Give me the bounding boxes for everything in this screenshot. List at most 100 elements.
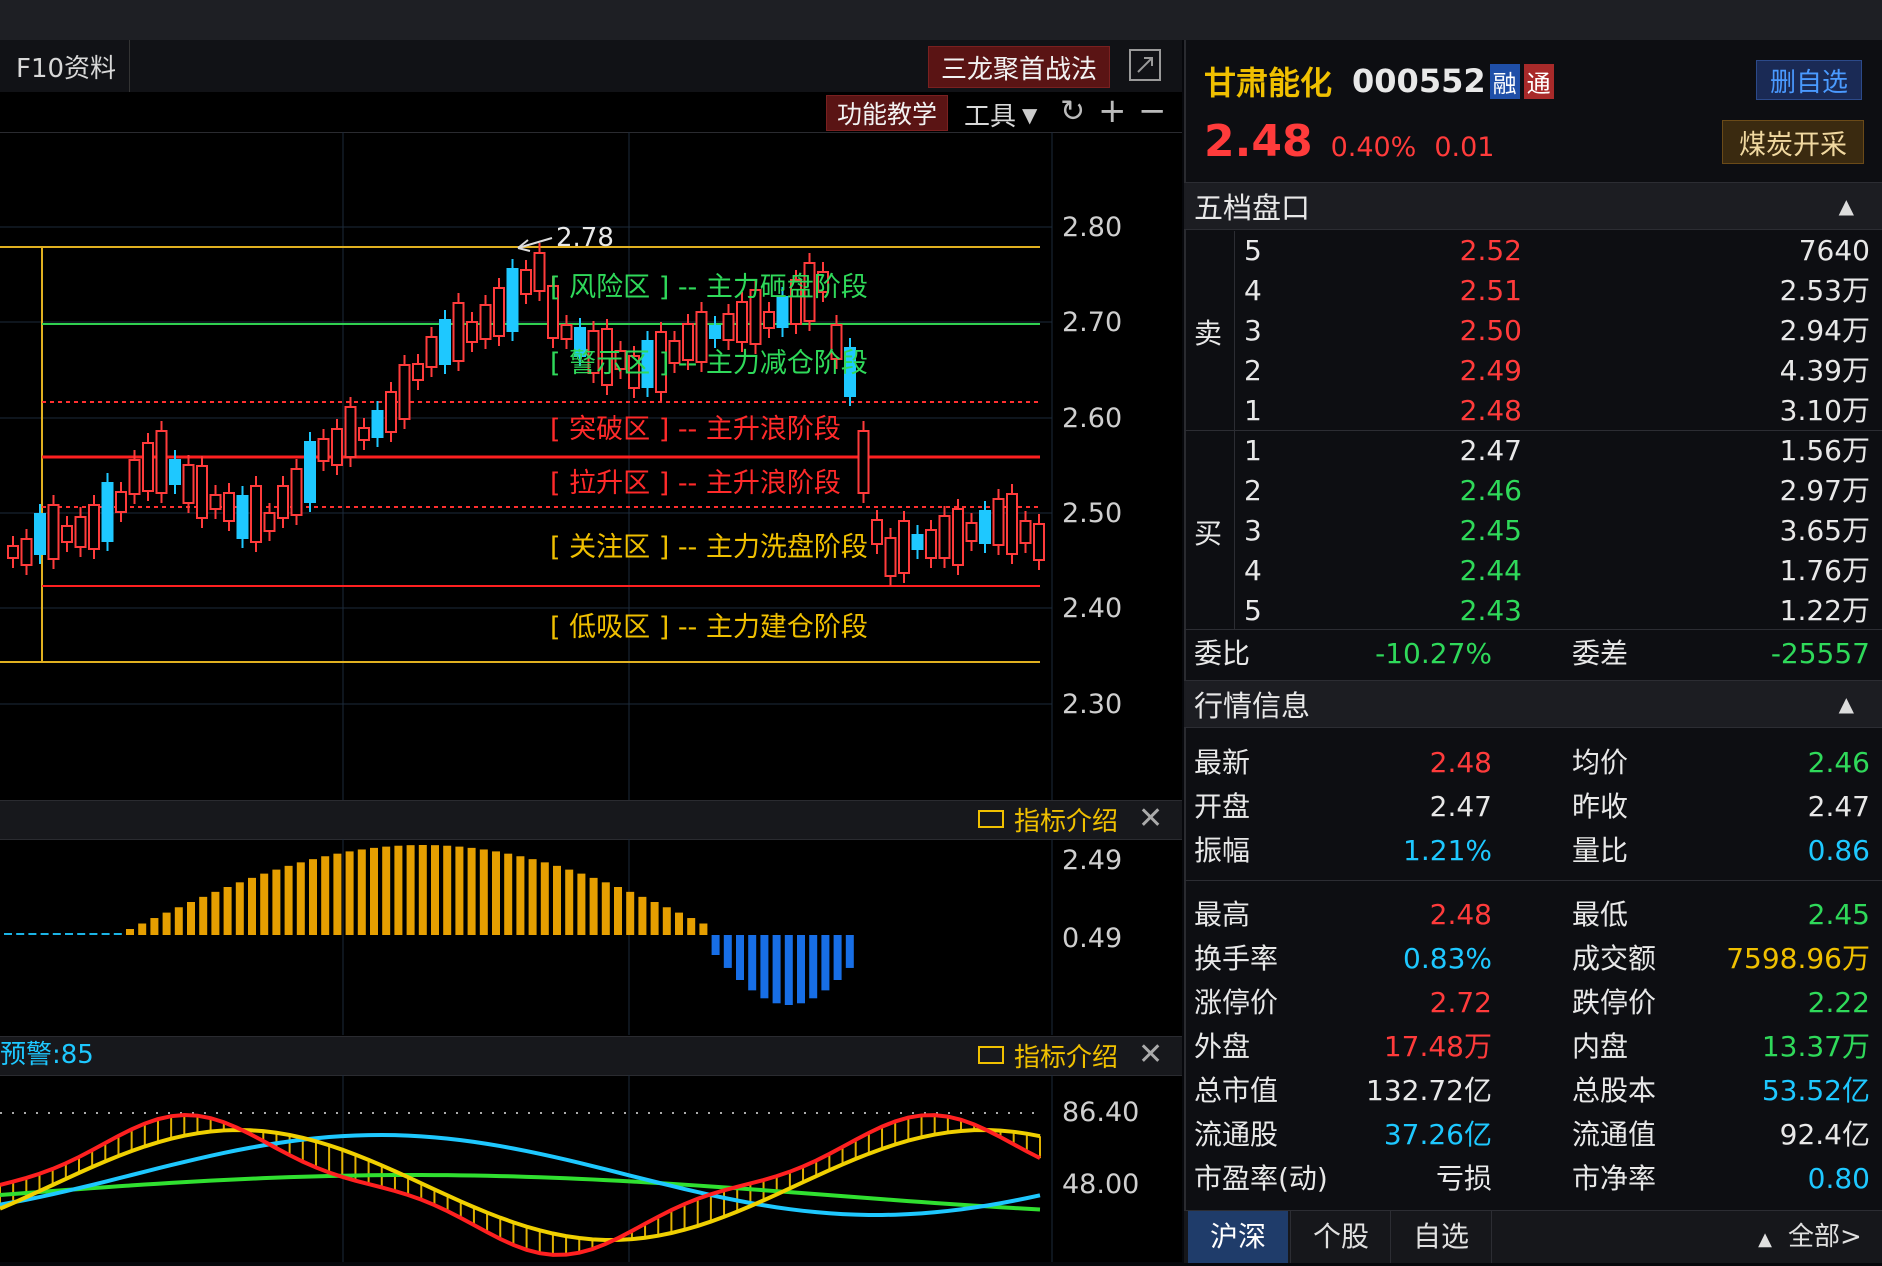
teach-button[interactable]: 功能教学: [826, 95, 948, 131]
tab-watchlist[interactable]: 自选: [1390, 1211, 1492, 1263]
stock-name: 甘肃能化: [1204, 64, 1333, 102]
level-volume: 7640: [1798, 234, 1870, 267]
indicator1-bar: [187, 901, 195, 935]
indicator2-chart[interactable]: 86.40 48.00: [0, 1075, 1182, 1262]
candle-body: [142, 442, 154, 492]
zoom-out-icon[interactable]: −: [1138, 92, 1167, 130]
candle-body: [385, 391, 397, 433]
indicator1-bar: [455, 846, 464, 935]
candle-body: [223, 492, 235, 522]
ind1-axis-label: 0.49: [1062, 923, 1122, 954]
indicator1-chart[interactable]: 2.49 0.49: [0, 839, 1182, 1035]
ind2-axis-label: 86.40: [1062, 1097, 1139, 1128]
quote-value: 2.72: [1429, 986, 1492, 1019]
indicator1-bar: [28, 933, 37, 935]
close-icon[interactable]: ✕: [1138, 800, 1163, 838]
indicator1-bar: [296, 862, 305, 935]
quote-row: 最高 2.48 最低 2.45: [1184, 895, 1882, 935]
sell-level-row[interactable]: 2 2.49 4.39万: [1184, 351, 1882, 391]
zone-label: [ 突破区 ] -- 主升浪阶段: [550, 414, 841, 445]
caret-up-icon: ▲: [1758, 1229, 1773, 1250]
buy-level-row[interactable]: 4 2.44 1.76万: [1184, 551, 1882, 591]
candle-body: [196, 465, 208, 519]
ind2-axis-label: 48.00: [1062, 1169, 1139, 1200]
quote-value: 37.26亿: [1383, 1118, 1492, 1151]
candle-body: [452, 302, 465, 362]
quote-row: 外盘 17.48万 内盘 13.37万: [1184, 1027, 1882, 1067]
quote-label: 流通股: [1194, 1118, 1279, 1151]
indicator1-bar: [516, 856, 525, 935]
close-icon[interactable]: ✕: [1138, 1036, 1163, 1074]
zone-label: [ 拉升区 ] -- 主升浪阶段: [550, 468, 841, 499]
tab-all[interactable]: ▲ 全部>: [1740, 1211, 1880, 1263]
quote-header[interactable]: 行情信息 ▲: [1184, 680, 1882, 728]
buy-level-row[interactable]: 3 2.45 3.65万: [1184, 511, 1882, 551]
orderbook-header[interactable]: 五档盘口 ▲: [1184, 182, 1882, 230]
price-chart[interactable]: 2.78 [ 风险区 ] -- 主力砸盘阶段 [ 警示区 ] -- 主力减仓阶段 […: [0, 132, 1182, 800]
price-label: 2.70: [1062, 307, 1122, 338]
tab-label: 自选: [1412, 1220, 1469, 1253]
quote-row: 最新 2.48 均价 2.46: [1184, 743, 1882, 783]
weibi-row: 委比 -10.27% 委差 -25557: [1184, 634, 1882, 674]
candle-body: [155, 430, 168, 494]
tab-stock[interactable]: 个股: [1290, 1211, 1391, 1263]
price-axis-labels: 2.80 2.70 2.60 2.50 2.40 2.30: [1062, 212, 1122, 720]
refresh-icon[interactable]: ↻: [1060, 95, 1085, 129]
sell-level-row[interactable]: 4 2.51 2.53万: [1184, 271, 1882, 311]
quote-label: 开盘: [1194, 790, 1251, 823]
candle-body: [304, 441, 316, 503]
quote-value: 1.21%: [1403, 834, 1492, 867]
sell-level-row[interactable]: 3 2.50 2.94万: [1184, 311, 1882, 351]
candle-body: [250, 485, 262, 543]
indicator2-line: [0, 1173, 1041, 1212]
indicator1-bar: [760, 935, 769, 999]
expand-icon[interactable]: [1128, 48, 1162, 82]
strategy-button[interactable]: 三龙聚首战法: [928, 46, 1110, 88]
weibi-divider: [1184, 629, 1882, 630]
quote-value: 13.37万: [1761, 1030, 1870, 1063]
candle-body: [1033, 523, 1045, 561]
indicator1-bar: [418, 845, 427, 935]
indicator1-bar: [504, 853, 513, 935]
candle-body: [439, 319, 451, 365]
quote-row: 振幅 1.21% 量比 0.86: [1184, 831, 1882, 871]
tools-menu[interactable]: 工具 ▼: [964, 96, 1037, 133]
indicator1-bar: [370, 847, 378, 935]
indicator1-bar: [711, 935, 720, 955]
quote-value: 2.47: [1807, 790, 1870, 823]
candle-body: [736, 301, 748, 343]
candle-body: [182, 464, 195, 504]
buy-level-row[interactable]: 5 2.43 1.22万: [1184, 591, 1882, 631]
tab-all-label: 全部>: [1788, 1222, 1862, 1252]
collapse-icon[interactable]: ▲: [1839, 194, 1854, 218]
level-volume: 1.56万: [1779, 434, 1870, 467]
sell-level-row[interactable]: 5 2.52 7640: [1184, 231, 1882, 271]
zoom-in-icon[interactable]: +: [1098, 92, 1127, 130]
indicator1-bar: [162, 912, 171, 935]
indicator1-bar: [662, 907, 671, 935]
strategy-button-label: 三龙聚首战法: [940, 54, 1097, 85]
indicator2-intro-button[interactable]: 指标介绍: [978, 1036, 1118, 1074]
quote-label: 跌停价: [1572, 986, 1657, 1019]
candle-body: [992, 498, 1005, 546]
quote-divider: [1184, 880, 1882, 881]
tab-hushen[interactable]: 沪深: [1188, 1211, 1288, 1263]
quote-row: 涨停价 2.72 跌停价 2.22: [1184, 983, 1882, 1023]
buy-level-row[interactable]: 1 2.47 1.56万: [1184, 431, 1882, 471]
candle-body: [61, 525, 73, 543]
level-number: 3: [1244, 514, 1262, 547]
buy-level-row[interactable]: 2 2.46 2.97万: [1184, 471, 1882, 511]
remove-watchlist-button[interactable]: 删自选: [1756, 60, 1862, 100]
list-icon: [978, 810, 1004, 828]
f10-tab[interactable]: F10资料: [0, 40, 130, 92]
candle-body: [398, 364, 411, 420]
sell-level-row[interactable]: 1 2.48 3.10万: [1184, 391, 1882, 431]
collapse-icon[interactable]: ▲: [1839, 692, 1854, 716]
level-number: 5: [1244, 234, 1262, 267]
sector-button[interactable]: 煤炭开采: [1722, 120, 1864, 164]
indicator1-bar: [382, 846, 391, 935]
indicator1-intro-button[interactable]: 指标介绍: [978, 800, 1118, 838]
indicator1-bar: [150, 918, 159, 935]
quote-label: 内盘: [1572, 1030, 1629, 1063]
ind1-axis-label: 2.49: [1062, 845, 1122, 876]
